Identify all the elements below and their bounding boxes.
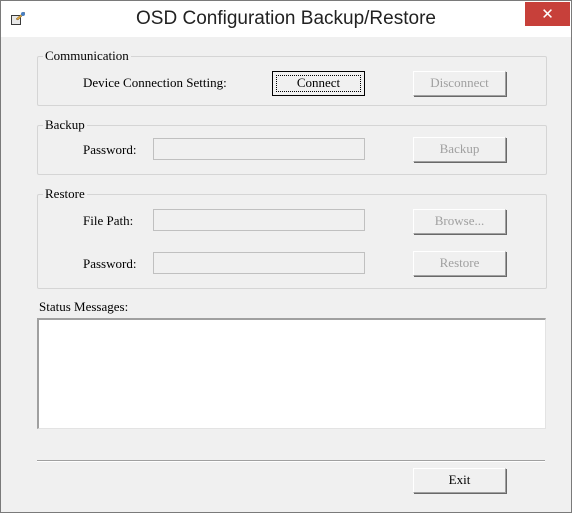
dialog-body: Communication Device Connection Setting:… <box>8 37 564 506</box>
communication-legend: Communication <box>43 48 131 64</box>
status-messages-box[interactable] <box>37 318 546 429</box>
exit-button-label: Exit <box>448 472 471 487</box>
restore-button[interactable]: Restore <box>413 251 506 276</box>
backup-restore-dialog: OSD Configuration Backup/Restore ✕ Commu… <box>0 0 572 513</box>
backup-password-field[interactable] <box>153 138 365 160</box>
browse-button-label: Browse... <box>434 213 485 228</box>
restore-button-label: Restore <box>439 255 480 270</box>
status-messages-label: Status Messages: <box>39 299 129 314</box>
window-title: OSD Configuration Backup/Restore <box>136 8 436 29</box>
connect-button-label: Connect <box>296 75 341 90</box>
connect-button[interactable]: Connect <box>272 71 365 96</box>
close-button[interactable]: ✕ <box>525 2 570 26</box>
disconnect-button[interactable]: Disconnect <box>413 71 506 96</box>
backup-button[interactable]: Backup <box>413 137 506 162</box>
file-path-field[interactable] <box>153 209 365 231</box>
browse-button[interactable]: Browse... <box>413 209 506 234</box>
exit-button[interactable]: Exit <box>413 468 506 493</box>
disconnect-button-label: Disconnect <box>430 75 489 90</box>
backup-legend: Backup <box>43 117 87 133</box>
restore-password-label: Password: <box>83 256 137 271</box>
backup-button-label: Backup <box>439 141 480 156</box>
backup-password-label: Password: <box>83 142 137 157</box>
file-path-label: File Path: <box>83 213 134 228</box>
footer-divider <box>37 460 545 462</box>
close-icon: ✕ <box>541 5 554 23</box>
device-connection-label: Device Connection Setting: <box>83 75 227 90</box>
title-bar[interactable]: OSD Configuration Backup/Restore ✕ <box>1 1 571 37</box>
restore-password-field[interactable] <box>153 252 365 274</box>
restore-legend: Restore <box>43 186 87 202</box>
